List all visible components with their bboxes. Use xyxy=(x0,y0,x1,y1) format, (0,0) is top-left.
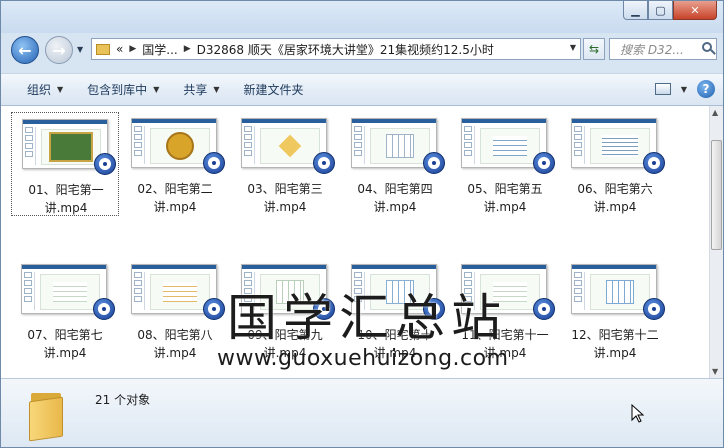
close-button[interactable]: ✕ xyxy=(673,1,717,20)
search-placeholder: 搜索 D32... xyxy=(620,42,684,57)
chevron-down-icon: ▼ xyxy=(213,85,220,94)
video-reel-icon xyxy=(643,152,665,174)
file-name: 05、阳宅第五讲.mp4 xyxy=(467,182,543,214)
new-folder-label: 新建文件夹 xyxy=(243,83,304,97)
video-reel-icon xyxy=(313,152,335,174)
toolbar-right: ▼ ? xyxy=(654,80,715,98)
mouse-cursor-icon xyxy=(631,404,645,423)
help-icon[interactable]: ? xyxy=(697,80,715,98)
file-name: 04、阳宅第四讲.mp4 xyxy=(357,182,433,214)
title-bar[interactable]: ▁ ▢ ✕ xyxy=(1,1,723,33)
arrow-left-icon: ← xyxy=(18,40,32,60)
search-input[interactable]: 搜索 D32... xyxy=(609,38,717,60)
address-row: ← → ▼ « ▶ 国学... ▶ D32868 顺天《居家环境大讲堂》21集视… xyxy=(1,33,723,69)
file-name: 07、阳宅第七讲.mp4 xyxy=(27,328,103,360)
minimize-button[interactable]: ▁ xyxy=(623,1,648,20)
file-item[interactable]: 07、阳宅第七讲.mp4 xyxy=(11,258,119,362)
command-bar: 组织 ▼ 包含到库中 ▼ 共享 ▼ 新建文件夹 ▼ ? xyxy=(1,73,723,106)
include-library-label: 包含到库中 xyxy=(87,83,148,97)
chevron-down-icon[interactable]: ▼ xyxy=(570,43,576,52)
file-name: 02、阳宅第二讲.mp4 xyxy=(137,182,213,214)
folder-icon xyxy=(96,43,110,55)
file-item[interactable]: 01、阳宅第一讲.mp4 xyxy=(11,112,119,216)
refresh-icon: ⇆ xyxy=(588,42,600,56)
address-overflow[interactable]: « xyxy=(116,42,123,56)
file-name: 08、阳宅第八讲.mp4 xyxy=(137,328,213,360)
search-icon xyxy=(702,42,712,52)
video-reel-icon xyxy=(94,153,116,175)
organize-label: 组织 xyxy=(27,83,52,97)
scroll-up-icon[interactable]: ▲ xyxy=(712,108,718,117)
file-item[interactable]: 05、阳宅第五讲.mp4 xyxy=(451,112,559,216)
video-reel-icon xyxy=(93,298,115,320)
vertical-scrollbar[interactable]: ▲ ▼ xyxy=(709,106,723,378)
breadcrumb-segment[interactable]: D32868 顺天《居家环境大讲堂》21集视频约12.5小时 xyxy=(197,41,494,58)
watermark-url: www.guoxuehuizong.com xyxy=(217,346,509,371)
close-icon: ✕ xyxy=(690,3,700,17)
maximize-icon: ▢ xyxy=(655,3,666,17)
video-reel-icon xyxy=(203,298,225,320)
view-options-icon[interactable] xyxy=(654,83,671,95)
share-label: 共享 xyxy=(183,83,208,97)
video-reel-icon xyxy=(533,152,555,174)
refresh-button[interactable]: ⇆ xyxy=(583,38,605,60)
recent-pages-dropdown[interactable]: ▼ xyxy=(77,45,83,54)
explorer-window: ▁ ▢ ✕ ← → ▼ « ▶ 国学... ▶ D32868 顺天《居家环境大讲… xyxy=(0,0,724,448)
include-library-button[interactable]: 包含到库中 ▼ xyxy=(75,74,171,105)
address-bar[interactable]: « ▶ 国学... ▶ D32868 顺天《居家环境大讲堂》21集视频约12.5… xyxy=(91,38,581,60)
file-name: 01、阳宅第一讲.mp4 xyxy=(28,183,104,215)
caption-buttons: ▁ ▢ ✕ xyxy=(623,1,717,20)
file-item[interactable]: 04、阳宅第四讲.mp4 xyxy=(341,112,449,216)
maximize-button[interactable]: ▢ xyxy=(648,1,673,20)
chevron-down-icon[interactable]: ▼ xyxy=(681,85,687,94)
file-item[interactable]: 08、阳宅第八讲.mp4 xyxy=(121,258,229,362)
details-pane: 21 个对象 xyxy=(1,378,723,447)
breadcrumb-segment[interactable]: 国学... xyxy=(142,41,177,58)
file-item[interactable]: 06、阳宅第六讲.mp4 xyxy=(561,112,669,216)
file-list[interactable]: 01、阳宅第一讲.mp4 02、阳宅第二讲.mp4 03、阳宅第三讲.mp4 04、阳… xyxy=(1,106,709,378)
item-count: 21 个对象 xyxy=(95,393,151,407)
watermark-title: 国学汇总站 xyxy=(227,289,507,347)
minimize-icon: ▁ xyxy=(631,3,640,17)
video-reel-icon xyxy=(533,298,555,320)
chevron-right-icon: ▶ xyxy=(129,44,137,54)
file-item[interactable]: 02、阳宅第二讲.mp4 xyxy=(121,112,229,216)
file-name: 12、阳宅第十二讲.mp4 xyxy=(571,328,659,360)
chevron-right-icon[interactable]: ▶ xyxy=(184,44,191,54)
back-button[interactable]: ← xyxy=(11,36,39,64)
new-folder-button[interactable]: 新建文件夹 xyxy=(232,74,316,105)
file-name: 06、阳宅第六讲.mp4 xyxy=(577,182,653,214)
file-item[interactable]: 03、阳宅第三讲.mp4 xyxy=(231,112,339,216)
folder-icon xyxy=(29,387,63,442)
video-reel-icon xyxy=(203,152,225,174)
video-reel-icon xyxy=(643,298,665,320)
file-item[interactable]: 12、阳宅第十二讲.mp4 xyxy=(561,258,669,362)
chevron-down-icon: ▼ xyxy=(57,85,64,94)
share-button[interactable]: 共享 ▼ xyxy=(171,74,231,105)
organize-button[interactable]: 组织 ▼ xyxy=(1,74,75,105)
forward-button[interactable]: → xyxy=(45,36,73,64)
video-reel-icon xyxy=(423,152,445,174)
file-name: 03、阳宅第三讲.mp4 xyxy=(247,182,323,214)
scroll-thumb[interactable] xyxy=(711,140,722,250)
arrow-right-icon: → xyxy=(52,40,66,60)
chevron-down-icon: ▼ xyxy=(153,85,160,94)
scroll-down-icon[interactable]: ▼ xyxy=(712,367,718,376)
